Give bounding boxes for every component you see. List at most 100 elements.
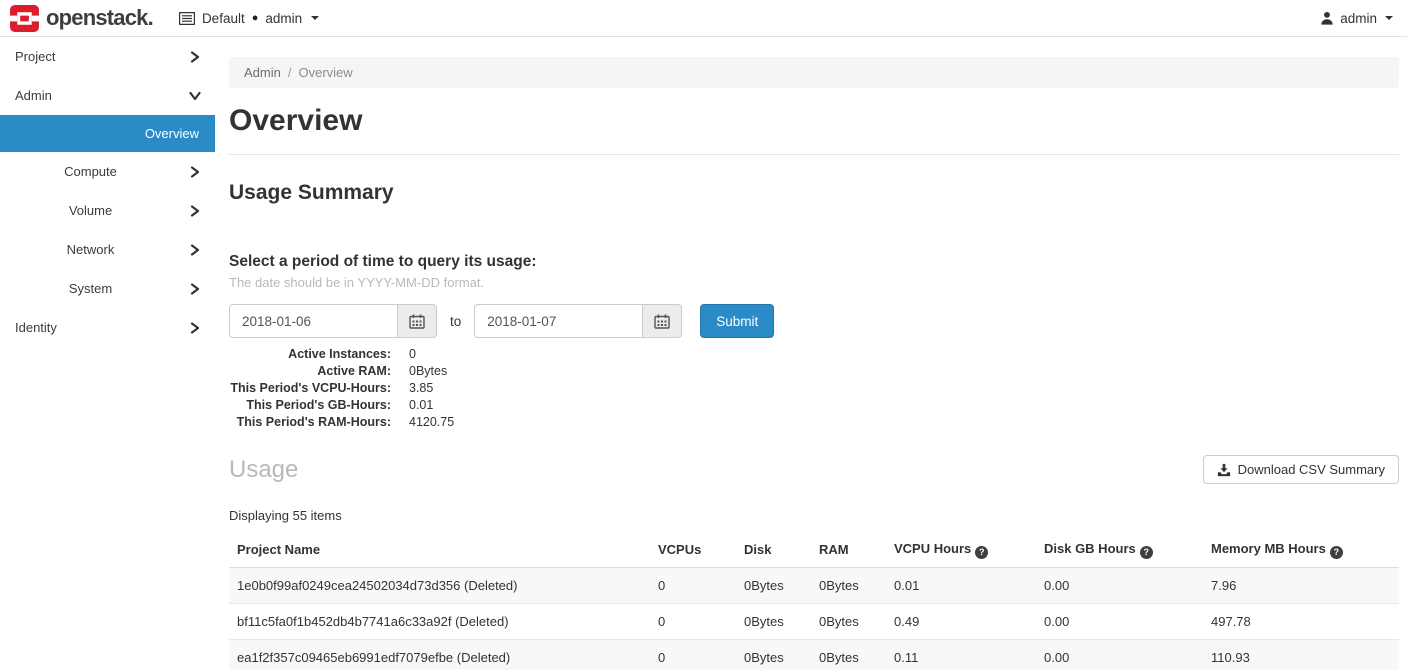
context-domain: Default bbox=[202, 11, 245, 26]
date-to-input[interactable] bbox=[474, 304, 642, 338]
col-disk[interactable]: Disk bbox=[736, 533, 811, 567]
sidebar-item-label: Project bbox=[15, 49, 55, 64]
download-icon bbox=[1217, 463, 1231, 477]
sidebar-item-label: Volume bbox=[69, 203, 112, 218]
cell-memory-mb-hours: 7.96 bbox=[1203, 567, 1399, 603]
topbar: openstack. Default ● admin admin bbox=[0, 0, 1407, 37]
cell-project-name: ea1f2f357c09465eb6991edf7079efbe (Delete… bbox=[229, 639, 650, 670]
stat-label: This Period's VCPU-Hours: bbox=[229, 380, 391, 397]
caret-down-icon bbox=[1385, 16, 1393, 20]
sidebar-item-compute[interactable]: Compute bbox=[0, 152, 215, 191]
stat-label: Active RAM: bbox=[229, 363, 391, 380]
stat-label: Active Instances: bbox=[229, 346, 391, 363]
sidebar-item-volume[interactable]: Volume bbox=[0, 191, 215, 230]
usage-section-header: Usage Download CSV Summary bbox=[229, 455, 1399, 484]
cell-ram: 0Bytes bbox=[811, 567, 886, 603]
usage-stats: Active Instances: 0 Active RAM: 0Bytes T… bbox=[229, 346, 1399, 431]
cell-ram: 0Bytes bbox=[811, 603, 886, 639]
date-format-hint: The date should be in YYYY-MM-DD format. bbox=[229, 275, 1399, 290]
col-vcpu-hours[interactable]: VCPU Hours? bbox=[886, 533, 1036, 567]
stat-ram-hours: This Period's RAM-Hours: 4120.75 bbox=[229, 414, 1399, 431]
help-icon[interactable]: ? bbox=[975, 546, 988, 559]
stat-label: This Period's GB-Hours: bbox=[229, 397, 391, 414]
sidebar-item-label: Identity bbox=[15, 320, 57, 335]
page-title-block: Overview bbox=[229, 104, 1399, 155]
chevron-right-icon bbox=[190, 283, 200, 295]
cell-memory-mb-hours: 497.78 bbox=[1203, 603, 1399, 639]
download-csv-button[interactable]: Download CSV Summary bbox=[1203, 455, 1399, 484]
stat-active-instances: Active Instances: 0 bbox=[229, 346, 1399, 363]
table-row: ea1f2f357c09465eb6991edf7079efbe (Delete… bbox=[229, 639, 1399, 670]
sidebar-item-overview[interactable]: Overview bbox=[0, 115, 215, 152]
usage-period-form: to Submit bbox=[229, 304, 1399, 338]
breadcrumb-separator: / bbox=[288, 65, 292, 80]
brand[interactable]: openstack. bbox=[10, 5, 153, 32]
chevron-right-icon bbox=[190, 322, 200, 334]
dot-separator-icon: ● bbox=[252, 12, 259, 24]
date-from-group bbox=[229, 304, 437, 338]
chevron-right-icon bbox=[190, 51, 200, 63]
to-label: to bbox=[450, 314, 461, 329]
col-vcpus[interactable]: VCPUs bbox=[650, 533, 736, 567]
cell-disk-gb-hours: 0.00 bbox=[1036, 567, 1203, 603]
cell-disk: 0Bytes bbox=[736, 567, 811, 603]
calendar-addon-button[interactable] bbox=[642, 304, 682, 338]
cell-vcpu-hours: 0.49 bbox=[886, 603, 1036, 639]
stat-value: 4120.75 bbox=[409, 414, 454, 431]
table-header-row: Project Name VCPUs Disk RAM VCPU Hours? … bbox=[229, 533, 1399, 567]
cell-vcpus: 0 bbox=[650, 603, 736, 639]
table-row: bf11c5fa0f1b452db4b7741a6c33a92f (Delete… bbox=[229, 603, 1399, 639]
user-name: admin bbox=[1340, 11, 1377, 26]
brand-wordmark: openstack. bbox=[46, 5, 153, 31]
stat-label: This Period's RAM-Hours: bbox=[229, 414, 391, 431]
calendar-addon-button[interactable] bbox=[397, 304, 437, 338]
sidebar-item-admin[interactable]: Admin bbox=[0, 76, 215, 115]
cell-disk-gb-hours: 0.00 bbox=[1036, 603, 1203, 639]
submit-button[interactable]: Submit bbox=[700, 304, 774, 338]
col-project-name[interactable]: Project Name bbox=[229, 533, 650, 567]
sidebar-item-project[interactable]: Project bbox=[0, 37, 215, 76]
sidebar-item-label: Overview bbox=[145, 126, 199, 141]
stat-value: 3.85 bbox=[409, 380, 433, 397]
chevron-right-icon bbox=[190, 166, 200, 178]
table-row: 1e0b0f99af0249cea24502034d73d356 (Delete… bbox=[229, 567, 1399, 603]
help-icon[interactable]: ? bbox=[1330, 546, 1343, 559]
cell-vcpu-hours: 0.11 bbox=[886, 639, 1036, 670]
sidebar-item-identity[interactable]: Identity bbox=[0, 308, 215, 347]
cell-vcpus: 0 bbox=[650, 639, 736, 670]
breadcrumb-admin[interactable]: Admin bbox=[244, 65, 281, 80]
stat-gb-hours: This Period's GB-Hours: 0.01 bbox=[229, 397, 1399, 414]
usage-table: Project Name VCPUs Disk RAM VCPU Hours? … bbox=[229, 533, 1399, 670]
user-menu[interactable]: admin bbox=[1320, 11, 1393, 26]
user-icon bbox=[1320, 11, 1334, 25]
stat-vcpu-hours: This Period's VCPU-Hours: 3.85 bbox=[229, 380, 1399, 397]
context-switcher[interactable]: Default ● admin bbox=[179, 11, 319, 26]
cell-vcpu-hours: 0.01 bbox=[886, 567, 1036, 603]
chevron-down-icon bbox=[189, 91, 201, 101]
date-from-input[interactable] bbox=[229, 304, 397, 338]
cell-ram: 0Bytes bbox=[811, 639, 886, 670]
context-project: admin bbox=[265, 11, 302, 26]
sidebar-item-system[interactable]: System bbox=[0, 269, 215, 308]
date-to-group bbox=[474, 304, 682, 338]
col-ram[interactable]: RAM bbox=[811, 533, 886, 567]
sidebar-item-label: Compute bbox=[64, 164, 117, 179]
page-title: Overview bbox=[229, 104, 1399, 138]
cell-disk: 0Bytes bbox=[736, 639, 811, 670]
openstack-logo-icon bbox=[10, 5, 39, 32]
col-disk-gb-hours[interactable]: Disk GB Hours? bbox=[1036, 533, 1203, 567]
main-content: Admin / Overview Overview Usage Summary … bbox=[229, 37, 1399, 670]
cell-disk-gb-hours: 0.00 bbox=[1036, 639, 1203, 670]
col-memory-mb-hours[interactable]: Memory MB Hours? bbox=[1203, 533, 1399, 567]
sidebar-item-label: System bbox=[69, 281, 112, 296]
cell-vcpus: 0 bbox=[650, 567, 736, 603]
usage-summary-heading: Usage Summary bbox=[229, 181, 1399, 205]
stat-value: 0.01 bbox=[409, 397, 433, 414]
help-icon[interactable]: ? bbox=[1140, 546, 1153, 559]
stat-value: 0Bytes bbox=[409, 363, 447, 380]
cell-project-name: bf11c5fa0f1b452db4b7741a6c33a92f (Delete… bbox=[229, 603, 650, 639]
sidebar-item-network[interactable]: Network bbox=[0, 230, 215, 269]
sidebar-item-label: Admin bbox=[15, 88, 52, 103]
calendar-icon bbox=[654, 314, 670, 329]
date-prompt: Select a period of time to query its usa… bbox=[229, 253, 1399, 271]
